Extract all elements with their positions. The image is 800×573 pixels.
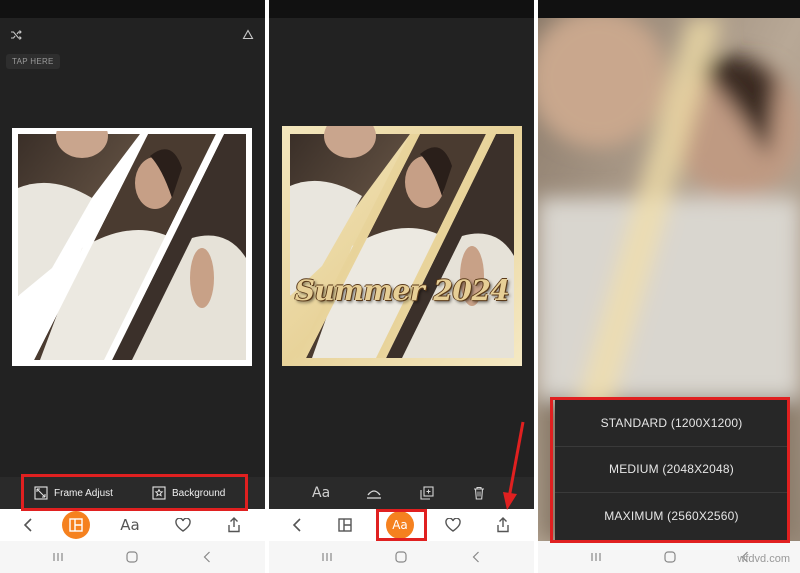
heart-icon[interactable]: [437, 509, 469, 541]
background-button[interactable]: Background: [152, 477, 225, 509]
home-icon[interactable]: [118, 541, 146, 573]
text-edit-toolbar: Aa: [269, 477, 534, 509]
system-back-icon[interactable]: [193, 541, 221, 573]
frame-sub-toolbar: Frame Adjust Background: [0, 477, 265, 509]
recent-apps-icon[interactable]: [582, 541, 610, 573]
duplicate-icon: [420, 486, 434, 500]
system-back-icon[interactable]: [462, 541, 490, 573]
frame-adjust-icon: [34, 486, 48, 500]
bottom-nav: Aa: [0, 509, 265, 541]
resolution-medium-option[interactable]: MEDIUM (2048X2048): [555, 447, 788, 494]
home-icon[interactable]: [387, 541, 415, 573]
duplicate-text-button[interactable]: [420, 477, 434, 509]
layout-icon: [62, 511, 90, 539]
layout-tab-active[interactable]: [60, 509, 92, 541]
heart-icon[interactable]: [167, 509, 199, 541]
collage-screen-text: Summer 2024 Aa Aa: [269, 0, 534, 573]
background-icon: [152, 486, 166, 500]
share-icon[interactable]: [218, 509, 250, 541]
background-label: Background: [172, 487, 226, 499]
system-nav-bar: [269, 541, 534, 573]
system-nav-bar: [0, 541, 265, 573]
share-icon[interactable]: [487, 509, 519, 541]
watermark: wfdvd.com: [737, 553, 790, 565]
tap-here-hint[interactable]: TAP HERE: [6, 54, 60, 69]
collage-canvas-with-text[interactable]: Summer 2024: [282, 126, 522, 366]
layout-icon[interactable]: [329, 509, 361, 541]
status-bar: [269, 0, 534, 18]
curve-text-button[interactable]: [366, 477, 382, 509]
curve-text-icon: [367, 490, 381, 499]
back-icon[interactable]: [12, 509, 44, 541]
frame-adjust-button[interactable]: Frame Adjust: [34, 477, 113, 509]
arrow-to-share-icon: [503, 421, 525, 510]
delete-text-button[interactable]: [473, 477, 485, 509]
trash-icon: [474, 486, 484, 500]
recent-apps-icon[interactable]: [313, 541, 341, 573]
text-tab-active[interactable]: Aa: [384, 509, 416, 541]
eraser-icon[interactable]: [238, 26, 258, 44]
back-icon[interactable]: [281, 509, 313, 541]
recent-apps-icon[interactable]: [44, 541, 72, 573]
status-bar: [538, 0, 800, 18]
collage-canvas[interactable]: [12, 128, 252, 366]
overlay-text-summer[interactable]: Summer 2024: [282, 274, 522, 307]
bottom-nav: Aa: [269, 509, 534, 541]
frame-adjust-label: Frame Adjust: [54, 487, 113, 499]
text-tool-active-icon: Aa: [386, 511, 414, 539]
text-tool-button[interactable]: Aa: [114, 509, 146, 541]
resolution-maximum-option[interactable]: MAXIMUM (2560X2560): [555, 493, 788, 540]
shuffle-icon[interactable]: [6, 26, 26, 44]
home-icon[interactable]: [656, 541, 684, 573]
resolution-menu: STANDARD (1200X1200) MEDIUM (2048X2048) …: [555, 400, 788, 540]
collage-screen-frame-adjust: TAP HERE Frame Adjust Background Aa: [0, 0, 265, 573]
status-bar: [0, 0, 265, 18]
resolution-standard-option[interactable]: STANDARD (1200X1200): [555, 400, 788, 447]
text-style-button[interactable]: Aa: [312, 477, 330, 509]
